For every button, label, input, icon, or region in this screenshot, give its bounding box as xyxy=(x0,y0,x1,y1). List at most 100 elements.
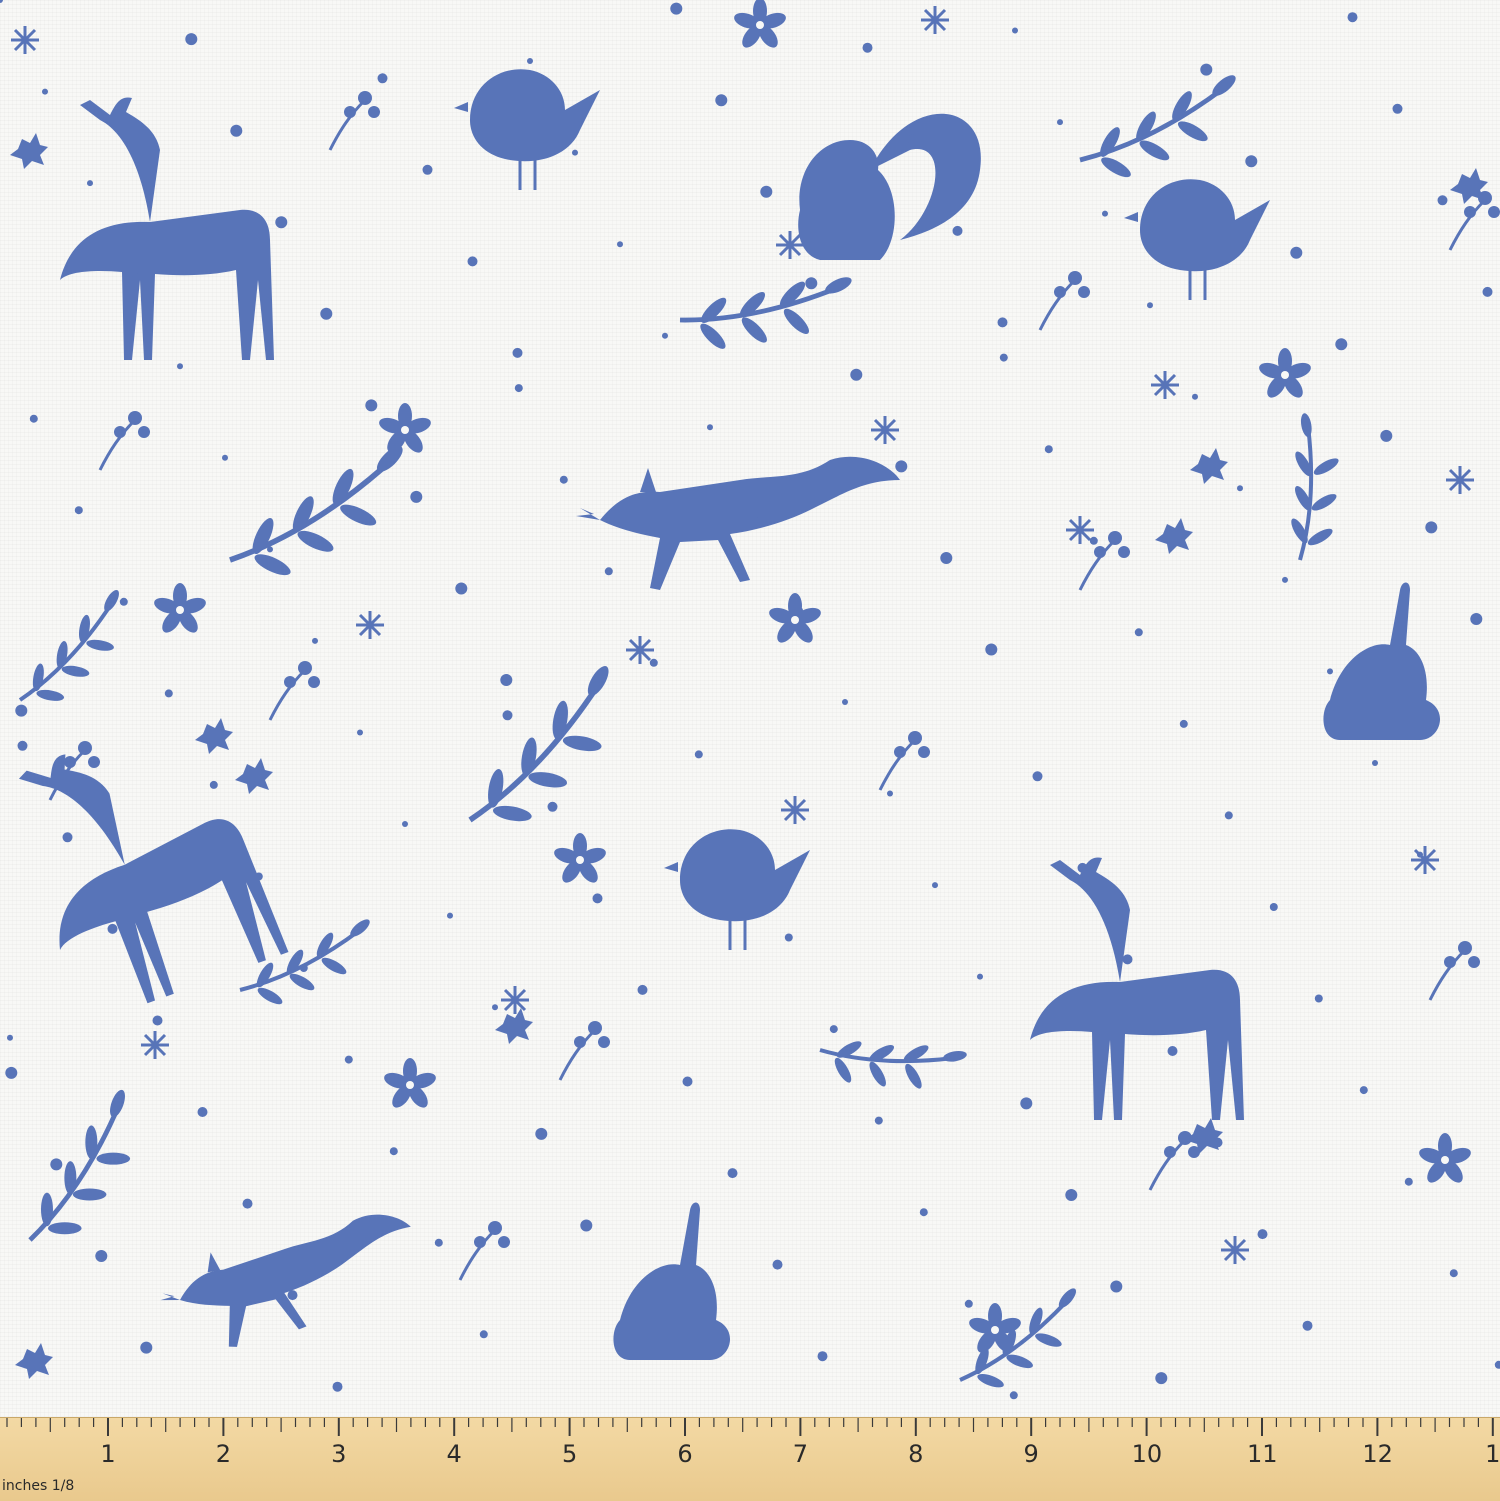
berry-sprig-motif xyxy=(1078,529,1132,592)
ruler-number: 10 xyxy=(1131,1440,1163,1468)
berry-dot xyxy=(312,637,318,644)
berry-dot xyxy=(999,353,1008,362)
berry-dot xyxy=(772,1259,783,1270)
berry-dot xyxy=(580,1219,593,1232)
berry-dot xyxy=(1269,903,1278,911)
berry-dot xyxy=(455,582,468,595)
berry-dot xyxy=(1417,851,1423,858)
berry-dot xyxy=(132,271,138,278)
berry-dot xyxy=(1494,1360,1500,1369)
bird-motif xyxy=(662,827,812,952)
snowflake-motif xyxy=(499,984,531,1016)
berry-dot xyxy=(7,1034,13,1041)
snowflake-motif xyxy=(624,634,656,666)
holly-motif xyxy=(10,133,48,169)
berry-dot xyxy=(1359,1086,1368,1095)
berry-dot xyxy=(287,1290,298,1301)
ruler-fraction-label: 1/8 xyxy=(51,1478,75,1494)
holly-motif xyxy=(15,1343,53,1379)
berry-dot xyxy=(119,597,128,606)
leaf-branch-motif xyxy=(221,441,417,584)
berry-dot xyxy=(604,567,613,576)
berry-dot xyxy=(512,347,523,358)
berry-dot xyxy=(1044,445,1053,454)
berry-dot xyxy=(662,332,668,339)
berry-dot xyxy=(1167,1046,1178,1056)
flower-motif xyxy=(552,833,608,886)
ruler-number: 6 xyxy=(677,1440,693,1468)
berry-dot xyxy=(164,689,173,698)
berry-dot xyxy=(320,307,333,320)
berry-dot xyxy=(547,801,558,812)
flower-motif xyxy=(152,583,208,636)
berry-dot xyxy=(500,674,513,686)
berry-dot xyxy=(0,0,3,3)
measuring-ruler: 1 2 3 4 5 6 7 8 9 10 11 12 1 inches 1/8 xyxy=(0,1417,1500,1501)
berry-dot xyxy=(1102,210,1108,217)
berry-dot xyxy=(1282,576,1288,583)
ruler-number: 4 xyxy=(446,1440,462,1468)
berry-dot xyxy=(1212,1137,1223,1148)
berry-dot xyxy=(1290,246,1303,259)
snowflake-motif xyxy=(779,794,811,826)
berry-dot xyxy=(514,384,523,393)
berry-dot xyxy=(707,424,713,431)
snowflake-motif xyxy=(354,609,386,641)
flower-motif xyxy=(1257,348,1313,401)
berry-dot xyxy=(784,933,793,942)
berry-dot xyxy=(1110,1280,1123,1293)
berry-dot xyxy=(985,643,998,656)
berry-sprig-motif xyxy=(558,1019,612,1082)
berry-dot xyxy=(1437,195,1448,206)
berry-dot xyxy=(1392,103,1403,114)
berry-dot xyxy=(907,134,918,145)
berry-dot xyxy=(1449,1269,1458,1278)
berry-dot xyxy=(434,1238,443,1247)
berry-dot xyxy=(74,506,83,515)
berry-dot xyxy=(1380,429,1393,442)
berry-dot xyxy=(209,780,218,789)
berry-sprig-motif xyxy=(1448,189,1500,252)
ruler-number: 9 xyxy=(1023,1440,1039,1468)
berry-dot xyxy=(1020,1097,1033,1110)
berry-dot xyxy=(535,1127,548,1140)
berry-dot xyxy=(952,225,963,236)
berry-dot xyxy=(1192,393,1198,400)
berry-dot xyxy=(479,1330,488,1339)
berry-dot xyxy=(267,546,273,553)
berry-dot xyxy=(727,1168,738,1179)
berry-dot xyxy=(410,490,423,503)
berry-dot xyxy=(29,414,38,423)
snowflake-motif xyxy=(1219,1234,1251,1266)
berry-dot xyxy=(230,124,243,137)
ruler-caption: inches 1/8 xyxy=(2,1478,74,1494)
berry-dot xyxy=(649,658,658,667)
berry-dot xyxy=(670,2,683,15)
berry-sprig-motif xyxy=(268,659,322,722)
berry-dot xyxy=(42,88,48,95)
berry-dot xyxy=(197,1107,208,1117)
leaf-branch-motif xyxy=(435,660,653,843)
holly-motif xyxy=(1155,518,1193,554)
woodland-pattern xyxy=(0,0,1500,1400)
flower-motif xyxy=(377,403,433,456)
deer-motif xyxy=(60,97,274,360)
berry-dot xyxy=(895,460,908,473)
berry-dot xyxy=(5,1066,18,1079)
berry-dot xyxy=(1032,771,1043,782)
ruler-number: 11 xyxy=(1247,1440,1278,1468)
berry-dot xyxy=(862,42,873,53)
bird-motif xyxy=(1122,177,1272,302)
bird-motif xyxy=(452,67,602,192)
berry-dot xyxy=(1179,719,1188,728)
berry-dot xyxy=(1302,1320,1313,1331)
berry-dot xyxy=(1335,338,1348,351)
berry-dot xyxy=(940,552,953,564)
berry-dot xyxy=(377,73,388,84)
berry-dot xyxy=(1122,954,1133,965)
berry-dot xyxy=(140,1341,153,1354)
snowflake-motif xyxy=(1064,514,1096,546)
berry-dot xyxy=(222,454,228,461)
berry-dot xyxy=(1155,1372,1168,1385)
berry-dot xyxy=(842,699,848,705)
